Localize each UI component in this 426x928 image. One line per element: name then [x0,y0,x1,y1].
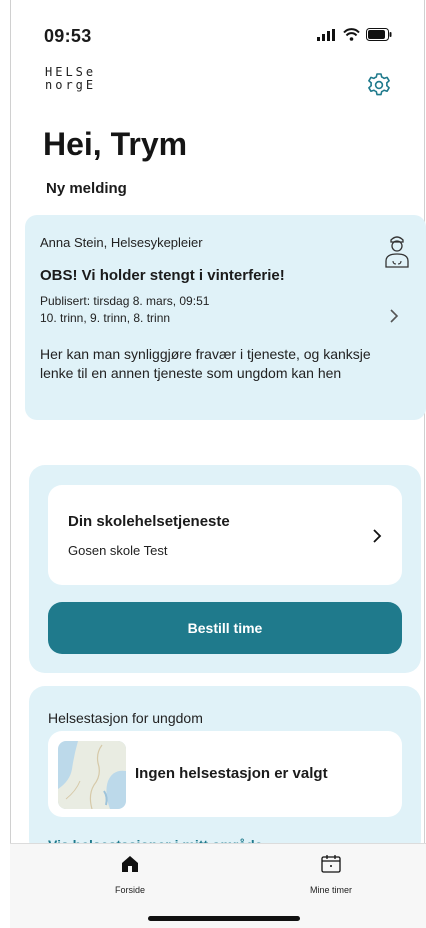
chevron-right-icon [390,309,399,323]
nurse-icon [385,236,409,268]
book-appointment-button[interactable]: Bestill time [48,602,402,654]
health-station-selector[interactable]: Ingen helsestasjon er valgt [48,731,402,817]
status-icons [317,28,392,41]
tab-home[interactable]: Forside [90,854,170,895]
map-icon [58,741,126,809]
signal-icon [317,28,335,41]
home-indicator[interactable] [148,916,300,921]
school-name: Gosen skole Test [68,543,168,558]
health-station-card: Helsestasjon for ungdom Ingen helsestasj… [29,686,421,856]
home-icon [122,856,138,872]
settings-button[interactable] [366,72,392,98]
message-sender: Anna Stein, Helsesykepleier [40,235,203,250]
section-subtitle: Ny melding [46,180,127,197]
gear-icon [368,73,390,96]
frame-edge [10,0,11,927]
battery-icon [366,28,392,41]
helsenorge-logo: HELSe norgE [45,66,96,92]
tab-label: Forside [114,885,145,895]
tab-label: Mine timer [309,885,352,895]
frame-edge [424,0,425,927]
message-published: Publisert: tirsdag 8. mars, 09:51 [40,294,210,308]
calendar-icon [321,855,341,873]
message-card[interactable]: Anna Stein, Helsesykepleier OBS! Vi hold… [25,215,426,420]
chevron-right-icon [373,529,382,543]
health-station-none: Ingen helsestasjon er valgt [135,765,328,782]
wifi-icon [343,28,360,41]
map-thumbnail [58,741,126,809]
status-bar: 09:53 [0,0,426,60]
status-time: 09:53 [44,26,92,46]
message-meta: Publisert: tirsdag 8. mars, 09:51 10. tr… [40,293,209,327]
page-title: Hei, Trym [43,126,188,162]
message-grades: 10. trinn, 9. trinn, 8. trinn [40,311,171,325]
message-title: OBS! Vi holder stengt i vinterferie! [40,267,285,284]
school-service-link[interactable]: Din skolehelsetjeneste Gosen skole Test [48,485,402,585]
school-service-title: Din skolehelsetjeneste [68,513,230,530]
health-station-label: Helsestasjon for ungdom [48,710,203,726]
message-body: Her kan man synliggjøre fravær i tjenest… [40,346,371,381]
logo-line-2: norgE [45,78,97,92]
tab-appointments[interactable]: Mine timer [291,854,371,895]
school-service-card: Din skolehelsetjeneste Gosen skole Test … [29,465,421,673]
